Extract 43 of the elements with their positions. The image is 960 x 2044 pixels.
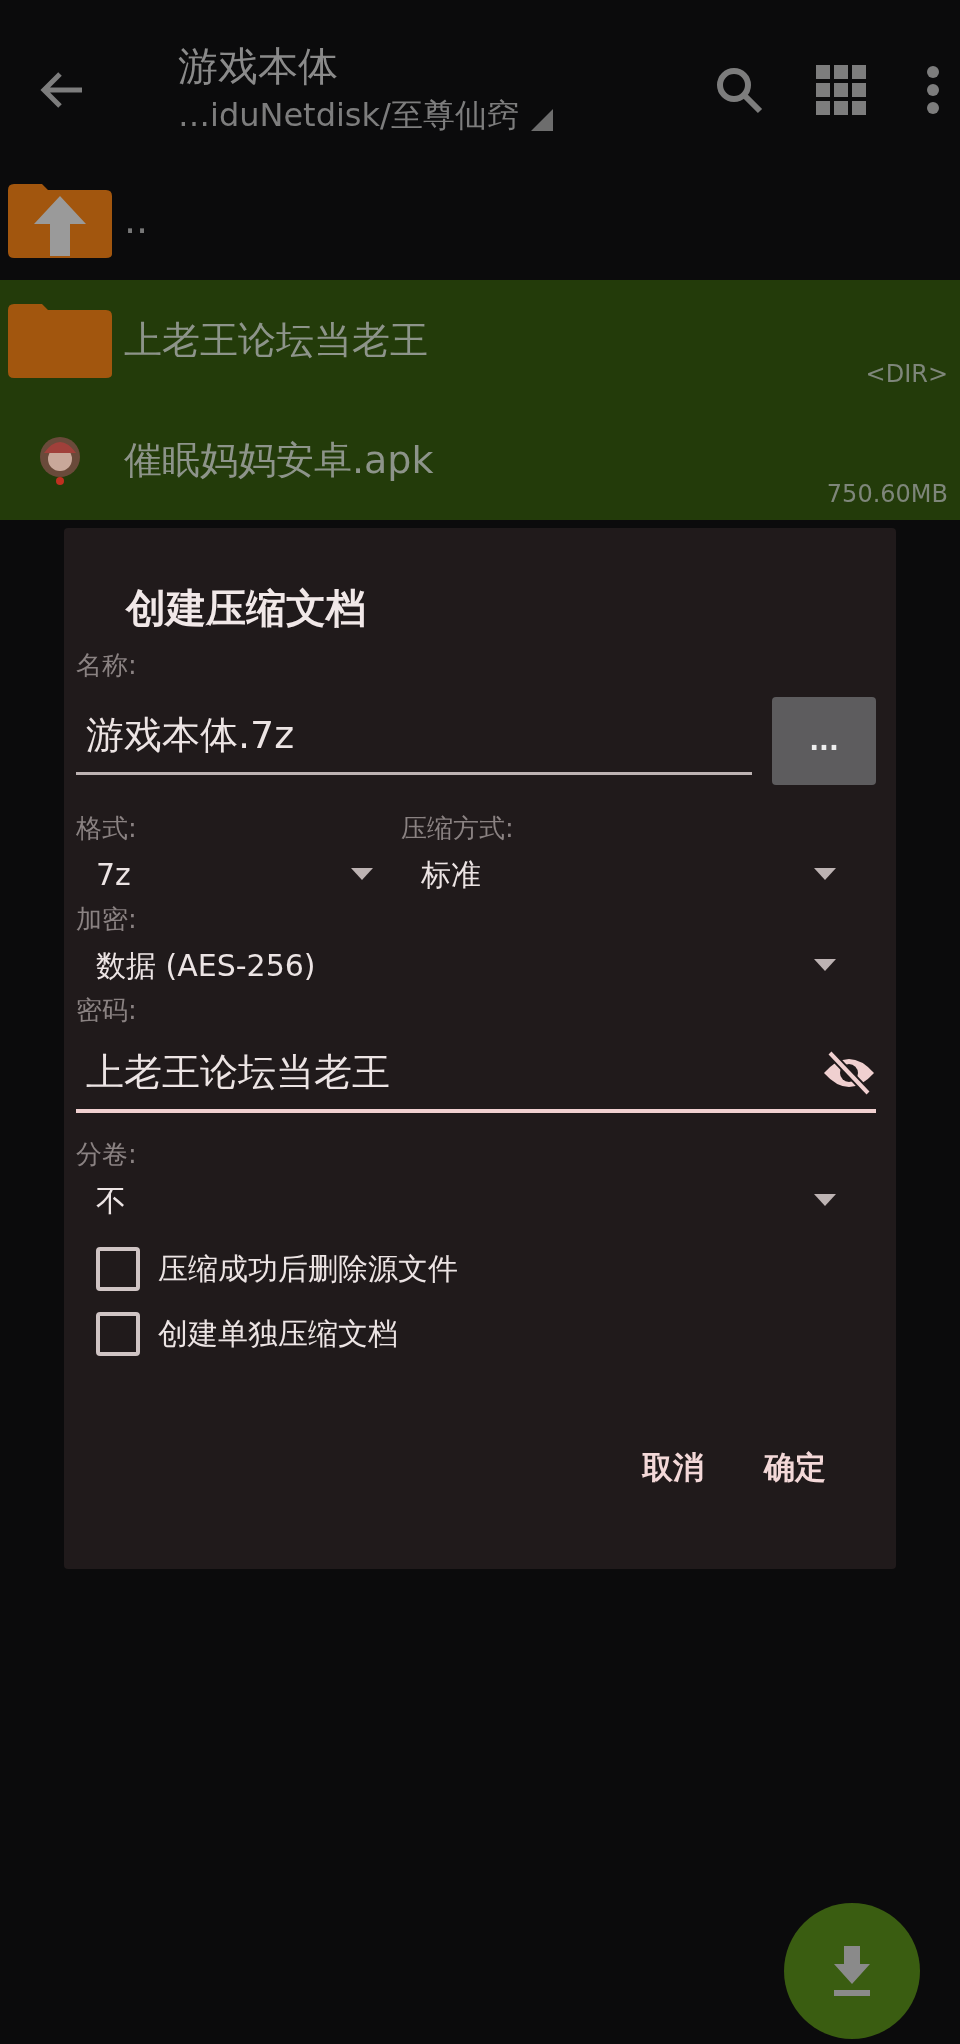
field-label: 压缩方式: <box>401 812 515 845</box>
field-label: 分卷: <box>76 1138 138 1171</box>
app-icon <box>38 435 82 485</box>
file-name: .. <box>124 196 149 244</box>
back-arrow-icon[interactable] <box>40 72 84 108</box>
eye-slash-icon[interactable] <box>822 1050 876 1095</box>
checkbox-label: 压缩成功后删除源文件 <box>158 1250 458 1288</box>
field-label: 名称: <box>76 649 138 682</box>
download-icon <box>832 1946 872 1996</box>
dropdown-caret-icon <box>814 1194 836 1206</box>
corner-triangle-icon[interactable] <box>530 109 553 131</box>
file-name: 上老王论坛当老王 <box>124 316 428 364</box>
toolbar-title: 游戏本体 <box>178 42 339 91</box>
folder-icon <box>8 302 112 378</box>
grid-view-icon[interactable] <box>816 65 866 115</box>
dialog-button[interactable]: 确定 <box>754 1436 836 1499</box>
file-row[interactable]: 上老王论坛当老王 <DIR> <box>0 280 960 400</box>
dropdown-caret-icon <box>814 868 836 880</box>
name-input-field[interactable]: 游戏本体.7z <box>76 707 752 775</box>
file-row[interactable]: 催眠妈妈安卓.apk 750.60MB <box>0 400 960 520</box>
checkbox[interactable] <box>96 1311 140 1356</box>
file-info: 750.60MB <box>826 479 948 510</box>
field-label: 密码: <box>76 994 138 1027</box>
dropdown-select[interactable]: 数据 (AES-256) <box>76 939 876 991</box>
checkbox-label: 创建单独压缩文档 <box>158 1315 398 1353</box>
field-label: 加密: <box>76 903 138 936</box>
file-name: 催眠妈妈安卓.apk <box>124 436 434 484</box>
checkbox[interactable] <box>96 1246 140 1291</box>
search-icon[interactable] <box>714 65 764 115</box>
dropdown-select[interactable]: 7z <box>76 848 401 900</box>
browse-button[interactable]: ... <box>772 697 876 785</box>
parent-folder-icon <box>8 182 112 258</box>
file-info: <DIR> <box>865 359 948 390</box>
field-label: 格式: <box>76 812 138 845</box>
path-text[interactable]: …iduNetdisk/至尊仙窍 <box>178 91 519 139</box>
password-input-field[interactable]: 上老王论坛当老王 <box>76 1044 876 1113</box>
dropdown-select[interactable]: 标准 <box>401 848 876 900</box>
dialog-button[interactable]: 取消 <box>632 1436 714 1499</box>
dropdown-caret-icon <box>351 868 373 880</box>
dropdown-caret-icon <box>814 959 836 971</box>
dropdown-select[interactable]: 不 <box>76 1174 876 1226</box>
more-menu-icon[interactable] <box>926 65 940 115</box>
dialog-title: 创建压缩文档 <box>126 584 367 633</box>
